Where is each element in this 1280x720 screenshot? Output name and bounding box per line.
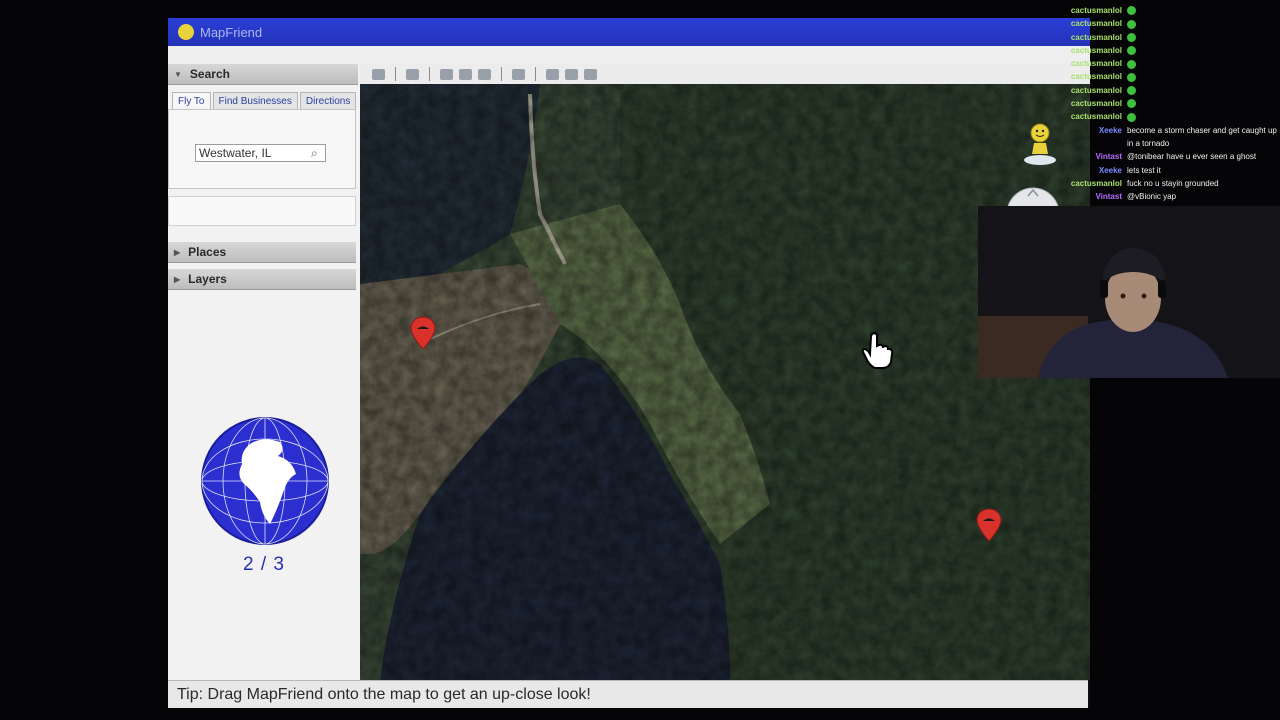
chat-message: Xeeke become a storm chaser and get caugh… <box>1052 124 1280 151</box>
toolbar-divider <box>395 67 396 81</box>
chat-username: Vintast <box>1095 192 1122 202</box>
chat-username: cactusmanlol <box>1070 178 1122 188</box>
status-bar: Tip: Drag MapFriend onto the map to get … <box>168 680 1088 708</box>
collapsed-arrow-icon: ▶ <box>174 274 181 284</box>
map-pin-icon[interactable] <box>976 508 1002 542</box>
tip-text: Tip: Drag MapFriend onto the map to get … <box>177 686 591 703</box>
title-bar: MapFriend <box>168 18 1090 46</box>
layers-header-label: Layers <box>188 272 227 286</box>
chat-username: cactusmanlol <box>1070 6 1122 15</box>
window-title: MapFriend <box>200 24 263 40</box>
search-input[interactable] <box>195 144 326 162</box>
app-smiley-icon <box>178 24 194 40</box>
chat-message: cactusmanlol <box>1052 110 1280 123</box>
streamer-webcam-image <box>978 206 1280 378</box>
chat-message: Vintast @tonibear have u ever seen a ghos… <box>1052 150 1280 163</box>
chat-message: cactusmanlol <box>1052 70 1280 83</box>
globe-icon <box>201 417 329 545</box>
chat-message: cactusmanlol <box>1052 31 1280 44</box>
map-pin-icon[interactable] <box>410 316 436 350</box>
chat-username: cactusmanlol <box>1070 59 1122 69</box>
chat-text: lets test it <box>1127 165 1161 175</box>
save-image-icon[interactable] <box>584 68 597 80</box>
chat-message: cactusmanlol <box>1052 44 1280 57</box>
emote-icon <box>1127 59 1136 69</box>
results-panel <box>168 196 356 226</box>
menu-bar <box>168 46 1090 64</box>
chat-message: Vintast @vBionic yap <box>1052 190 1280 203</box>
chat-username: cactusmanlol <box>1070 19 1122 29</box>
chat-message: cactusmanlol <box>1052 17 1280 30</box>
path-tool-icon[interactable] <box>459 68 472 80</box>
chat-text <box>1127 4 1277 17</box>
emote-icon <box>1127 112 1136 122</box>
chat-message: cactusmanlol <box>1052 84 1280 97</box>
webcam-overlay <box>978 206 1280 378</box>
expand-arrow-icon: ▼ <box>174 69 182 79</box>
places-section-header[interactable]: ▶ Places <box>168 242 356 263</box>
emote-icon <box>1127 46 1136 56</box>
chat-text <box>1127 70 1277 83</box>
collapsed-arrow-icon: ▶ <box>174 247 181 257</box>
progress-counter: 2 / 3 <box>243 554 285 575</box>
chat-username: Xeeke <box>1098 125 1122 135</box>
toolbar-divider <box>535 67 536 81</box>
sidebar-toggle-icon[interactable] <box>372 68 385 80</box>
chat-text <box>1127 44 1277 57</box>
chat-username: cactusmanlol <box>1070 32 1122 42</box>
emote-icon <box>1127 6 1136 16</box>
monitor-screen: MapFriend ▼ Search Fly To Find Businesse… <box>168 18 1090 708</box>
emote-icon <box>1127 86 1136 96</box>
chat-username: cactusmanlol <box>1070 72 1122 82</box>
email-tool-icon[interactable] <box>546 68 559 80</box>
search-header-label: Search <box>189 67 230 81</box>
layers-section-header[interactable]: ▶ Layers <box>168 269 356 290</box>
chat-username: cactusmanlol <box>1070 45 1122 55</box>
sidebar: ▼ Search Fly To Find Businesses Directio… <box>168 64 360 708</box>
chat-text <box>1127 84 1277 97</box>
chat-username: cactusmanlol <box>1070 99 1122 109</box>
emote-icon <box>1127 32 1136 42</box>
emote-icon <box>1127 99 1136 109</box>
emote-icon <box>1127 19 1136 29</box>
chat-text <box>1127 110 1277 123</box>
chat-text <box>1127 31 1277 44</box>
search-panel: ⌕ <box>168 109 356 189</box>
places-header-label: Places <box>188 245 227 259</box>
polygon-tool-icon[interactable] <box>440 68 453 80</box>
search-section-header[interactable]: ▼ Search <box>168 64 358 85</box>
overlay-tool-icon[interactable] <box>478 68 491 80</box>
chat-text: become a storm chaser and get caught up … <box>1127 125 1277 148</box>
chat-text <box>1127 97 1277 110</box>
chat-text: @tonibear have u ever seen a ghost <box>1127 152 1257 162</box>
stream-chat: cactusmanlol cactusmanlol cactusmanlol c… <box>1052 4 1280 203</box>
print-tool-icon[interactable] <box>565 68 578 80</box>
chat-message: cactusmanlol fuck no u stayin grounded <box>1052 177 1280 190</box>
search-icon[interactable]: ⌕ <box>311 146 323 160</box>
toolbar-divider <box>429 67 430 81</box>
chat-username: cactusmanlol <box>1070 85 1122 95</box>
satellite-imagery <box>360 84 1090 680</box>
chat-message: cactusmanlol <box>1052 57 1280 70</box>
chat-text <box>1127 17 1277 30</box>
satellite-map[interactable] <box>360 84 1090 680</box>
chat-text <box>1127 57 1277 70</box>
map-toolbar <box>360 64 1090 84</box>
toolbar-divider <box>501 67 502 81</box>
chat-username: cactusmanlol <box>1070 112 1122 122</box>
chat-message: Xeeke lets test it <box>1052 164 1280 177</box>
chat-text: @vBionic yap <box>1127 192 1177 202</box>
ruler-tool-icon[interactable] <box>512 68 525 80</box>
chat-message: cactusmanlol <box>1052 4 1280 17</box>
emote-icon <box>1127 72 1136 82</box>
chat-message: cactusmanlol <box>1052 97 1280 110</box>
hand-cursor-icon <box>861 332 894 369</box>
chat-username: Xeeke <box>1098 165 1122 175</box>
chat-username: Vintast <box>1095 152 1122 162</box>
placemark-tool-icon[interactable] <box>406 68 419 80</box>
chat-text: fuck no u stayin grounded <box>1127 178 1219 188</box>
